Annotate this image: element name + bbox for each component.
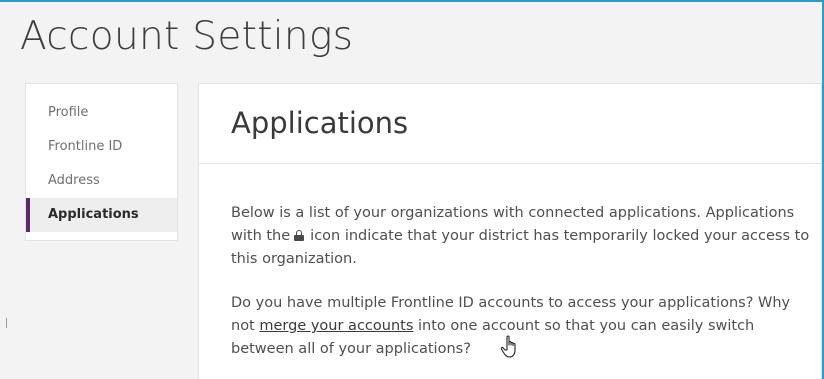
- panel-header: Applications: [199, 84, 821, 164]
- page-title: Account Settings: [20, 14, 354, 59]
- sidebar-item-profile[interactable]: Profile: [26, 96, 177, 130]
- sidebar-item-applications[interactable]: Applications: [26, 198, 177, 232]
- hand-pointer-icon: [500, 335, 516, 358]
- applications-description: Below is a list of your organizations wi…: [231, 202, 811, 271]
- settings-sidebar: Profile Frontline ID Address Application…: [25, 83, 178, 241]
- sidebar-item-frontline-id[interactable]: Frontline ID: [26, 130, 177, 164]
- merge-accounts-link[interactable]: merge your accounts: [259, 318, 413, 334]
- panel-title: Applications: [231, 106, 409, 140]
- lock-icon: [294, 230, 305, 241]
- window-top-border: [0, 0, 824, 2]
- description-text-end: icon indicate that your district has tem…: [231, 228, 810, 267]
- sidebar-item-address[interactable]: Address: [26, 164, 177, 198]
- left-edge-mark: [6, 318, 10, 328]
